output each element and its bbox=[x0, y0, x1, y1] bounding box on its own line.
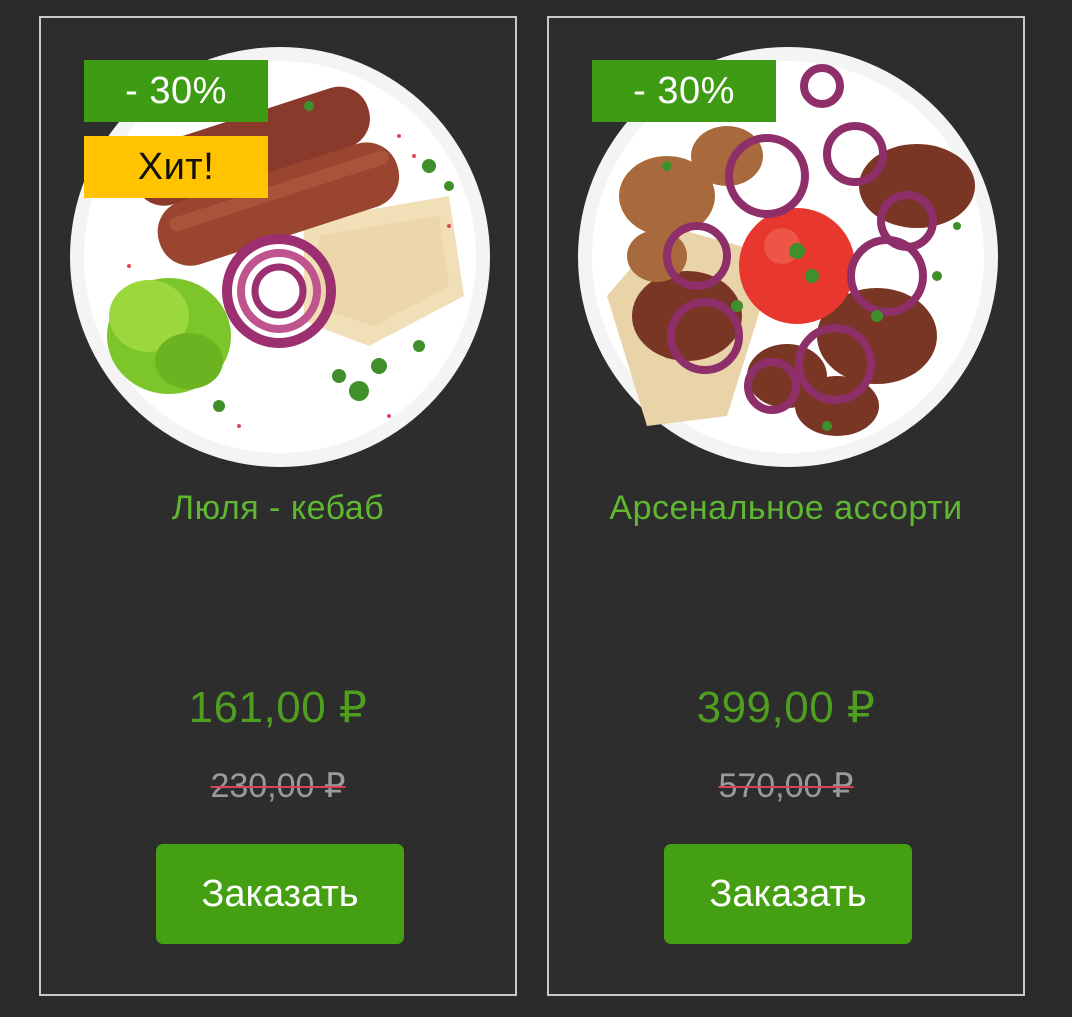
old-price-value: 230,00 ₽ bbox=[210, 767, 346, 805]
old-price: 570,00 ₽ bbox=[549, 766, 1023, 806]
discount-badge: - 30% bbox=[84, 60, 268, 122]
order-button[interactable]: Заказать bbox=[664, 844, 912, 944]
hit-badge: Хит! bbox=[84, 136, 268, 198]
old-price: 230,00 ₽ bbox=[41, 766, 515, 806]
product-grid: - 30% Хит! Люля - кебаб 161,00 ₽ 230,00 … bbox=[0, 0, 1072, 1017]
discount-badge: - 30% bbox=[592, 60, 776, 122]
old-price-value: 570,00 ₽ bbox=[718, 767, 854, 805]
product-title[interactable]: Арсенальное ассорти bbox=[569, 476, 1003, 540]
product-card: - 30% Арсенальное ассорти 399,00 ₽ 570,0… bbox=[547, 16, 1025, 996]
product-price: 399,00 ₽ bbox=[696, 683, 876, 732]
product-price: 161,00 ₽ bbox=[188, 683, 368, 732]
order-button[interactable]: Заказать bbox=[156, 844, 404, 944]
product-title[interactable]: Люля - кебаб bbox=[61, 476, 495, 540]
product-card: - 30% Хит! Люля - кебаб 161,00 ₽ 230,00 … bbox=[39, 16, 517, 996]
